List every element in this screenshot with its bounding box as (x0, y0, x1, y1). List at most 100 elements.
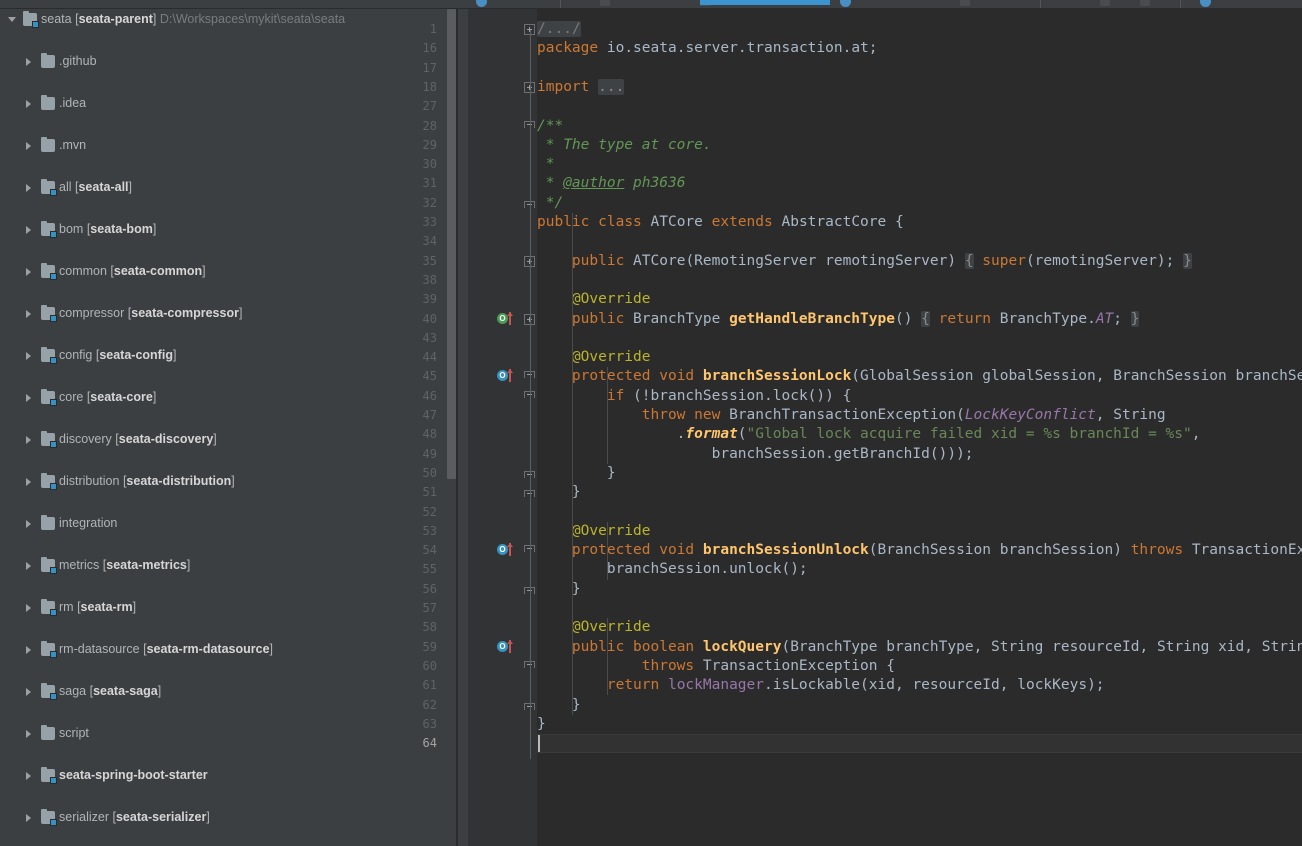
arrow-up-icon[interactable] (507, 369, 513, 383)
code-line[interactable]: } (537, 715, 546, 734)
tree-node-seata[interactable]: seata [seata-parent] D:\Workspaces\mykit… (0, 9, 457, 30)
tree-node-integration[interactable]: integration (0, 513, 457, 534)
overridden-method-icon[interactable]: O (497, 311, 519, 326)
code-line[interactable]: public boolean lockQuery(BranchType bran… (537, 638, 1302, 657)
fold-bracket-left (524, 200, 525, 208)
overridden-method-icon[interactable]: O (497, 369, 519, 383)
code-line[interactable]: /.../ (537, 20, 581, 39)
tree-node-bom[interactable]: bom [seata-bom] (0, 219, 457, 240)
tree-node-rm[interactable]: rm [seata-rm] (0, 597, 457, 618)
code-line[interactable]: /** (537, 117, 563, 136)
tree-node-seata-spring-boot-starter[interactable]: seata-spring-boot-starter (0, 765, 457, 786)
code-line[interactable]: branchSession.getBranchId())); (537, 445, 974, 464)
editor-tab-active-indicator[interactable] (700, 0, 830, 5)
project-tree[interactable]: seata [seata-parent] D:\Workspaces\mykit… (0, 9, 457, 846)
code-line[interactable]: import ... (537, 78, 625, 97)
code-text-area[interactable]: /.../package io.seata.server.transaction… (537, 9, 1302, 846)
editor-gutter[interactable]: 1 16 17 18 27 28 29 30 31 32 33 34 35 38 39 40 43 44 45 46 4… (423, 9, 537, 846)
code-line[interactable]: @Override (537, 348, 651, 367)
tree-node-metrics[interactable]: metrics [seata-metrics] (0, 555, 457, 576)
chevron-right-icon[interactable] (26, 184, 31, 192)
toolbar-icon-8[interactable] (1200, 0, 1211, 7)
chevron-right-icon[interactable] (26, 604, 31, 612)
tree-node-distribution[interactable]: distribution [seata-distribution] (0, 471, 457, 492)
code-line[interactable]: } (537, 580, 581, 599)
chevron-right-icon[interactable] (26, 688, 31, 696)
toolbar-icon-5[interactable] (960, 0, 970, 6)
chevron-right-icon[interactable] (26, 142, 31, 150)
code-line[interactable]: public ATCore(RemotingServer remotingSer… (537, 252, 1192, 271)
code-line[interactable]: * The type at core. (537, 136, 712, 155)
tree-node-saga[interactable]: saga [seata-saga] (0, 681, 457, 702)
chevron-right-icon[interactable] (26, 730, 31, 738)
chevron-right-icon[interactable] (26, 562, 31, 570)
chevron-right-icon[interactable] (26, 226, 31, 234)
arrow-up-icon[interactable] (507, 639, 513, 653)
tree-node-.github[interactable]: .github (0, 51, 457, 72)
code-line[interactable]: * (537, 155, 555, 174)
chevron-right-icon[interactable] (26, 520, 31, 528)
chevron-right-icon[interactable] (26, 646, 31, 654)
code-line[interactable]: public class ATCore extends AbstractCore… (537, 213, 904, 232)
overridden-method-icon[interactable]: O (497, 543, 519, 557)
module-folder-icon (41, 389, 57, 406)
toolbar-icon-1[interactable] (476, 0, 487, 7)
code-editor[interactable]: 1 16 17 18 27 28 29 30 31 32 33 34 35 38 39 40 43 44 45 46 4… (423, 9, 1302, 846)
toolbar-icon-2[interactable] (600, 0, 610, 6)
chevron-right-icon[interactable] (26, 100, 31, 108)
code-line[interactable]: } (537, 696, 581, 715)
code-line[interactable]: package io.seata.server.transaction.at; (537, 39, 878, 58)
code-line[interactable]: .format("Global lock acquire failed xid … (537, 425, 1201, 444)
code-line[interactable]: return lockManager.isLockable(xid, resou… (537, 676, 1105, 695)
code-line[interactable]: @Override (537, 290, 651, 309)
project-tool-window[interactable]: seata [seata-parent] D:\Workspaces\mykit… (0, 9, 457, 846)
chevron-right-icon[interactable] (26, 268, 31, 276)
overridden-method-icon[interactable]: O (497, 639, 519, 654)
tree-node-.idea[interactable]: .idea (0, 93, 457, 114)
chevron-right-icon[interactable] (26, 352, 31, 360)
code-line[interactable]: * @author ph3636 (537, 174, 686, 193)
code-line[interactable]: public BranchType getHandleBranchType() … (537, 310, 1140, 329)
code-line[interactable]: */ (537, 194, 563, 213)
fold-bracket-right (534, 390, 535, 398)
chevron-right-icon[interactable] (26, 814, 31, 822)
tree-node-config[interactable]: config [seata-config] (0, 345, 457, 366)
tree-node-discovery[interactable]: discovery [seata-discovery] (0, 429, 457, 450)
code-line[interactable]: branchSession.unlock(); (537, 560, 808, 579)
code-line[interactable]: throws TransactionException { (537, 657, 895, 676)
tree-node-core[interactable]: core [seata-core] (0, 387, 457, 408)
chevron-right-icon[interactable] (26, 772, 31, 780)
code-line[interactable]: protected void branchSessionLock(GlobalS… (537, 367, 1302, 386)
chevron-right-icon[interactable] (26, 310, 31, 318)
tree-node-compressor[interactable]: compressor [seata-compressor] (0, 303, 457, 324)
arrow-up-icon[interactable] (507, 311, 513, 325)
code-line[interactable]: @Override (537, 618, 651, 637)
chevron-down-icon[interactable] (8, 17, 16, 22)
chevron-right-icon[interactable] (26, 436, 31, 444)
toolbar-icon-7[interactable] (1140, 0, 1150, 6)
fold-bracket-left (524, 702, 525, 710)
chevron-right-icon[interactable] (26, 394, 31, 402)
code-folding-column[interactable] (524, 9, 537, 846)
code-line[interactable]: @Override (537, 522, 651, 541)
tree-node-.mvn[interactable]: .mvn (0, 135, 457, 156)
toolbar-icon-6[interactable] (1100, 0, 1110, 6)
code-line[interactable]: if (!branchSession.lock()) { (537, 387, 851, 406)
line-number: 57 (422, 601, 437, 615)
code-line[interactable]: } (537, 483, 581, 502)
tree-node-serializer[interactable]: serializer [seata-serializer] (0, 807, 457, 828)
chevron-right-icon[interactable] (26, 58, 31, 66)
tree-node-common[interactable]: common [seata-common] (0, 261, 457, 282)
code-line[interactable]: throw new BranchTransactionException(Loc… (537, 406, 1166, 425)
main-toolbar[interactable] (0, 0, 1302, 9)
arrow-up-icon[interactable] (507, 543, 513, 557)
chevron-right-icon[interactable] (26, 478, 31, 486)
code-line[interactable]: protected void branchSessionUnlock(Branc… (537, 541, 1302, 560)
toolbar-icon-4[interactable] (840, 0, 851, 7)
fold-bracket-left (524, 390, 525, 398)
tree-node-rm-datasource[interactable]: rm-datasource [seata-rm-datasource] (0, 639, 457, 660)
tree-node-all[interactable]: all [seata-all] (0, 177, 457, 198)
code-line[interactable]: } (537, 464, 616, 483)
module-badge-icon (50, 693, 57, 700)
tree-node-script[interactable]: script (0, 723, 457, 744)
